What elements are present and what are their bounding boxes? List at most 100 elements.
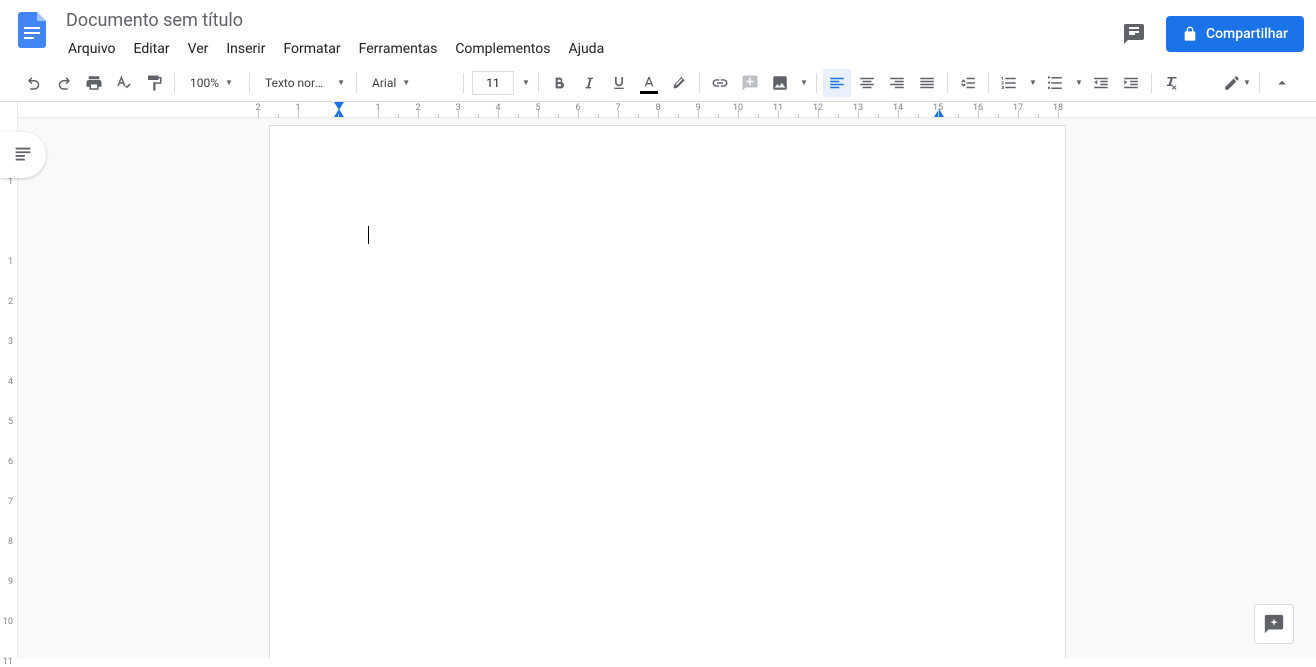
separator (699, 73, 700, 93)
insert-link-button[interactable] (706, 69, 734, 97)
decrease-indent-icon (1092, 74, 1110, 92)
undo-icon (25, 74, 43, 92)
share-button[interactable]: Compartilhar (1166, 16, 1304, 52)
paragraph-style-dropdown[interactable]: Texto norm...▼ (256, 70, 350, 96)
separator (356, 73, 357, 93)
docs-logo[interactable] (12, 10, 52, 50)
document-page[interactable] (270, 126, 1065, 658)
ruler-label: 9 (8, 577, 13, 587)
font-size-input[interactable]: 11 (472, 71, 514, 95)
font-family-dropdown[interactable]: Arial▼ (363, 70, 457, 96)
chevron-up-icon (1273, 74, 1291, 92)
insert-image-dropdown[interactable]: ▼ (796, 69, 810, 97)
line-spacing-icon (959, 74, 977, 92)
increase-indent-button[interactable] (1117, 69, 1145, 97)
print-button[interactable] (80, 69, 108, 97)
menu-formatar[interactable]: Formatar (275, 37, 348, 61)
paint-format-button[interactable] (140, 69, 168, 97)
align-left-icon (828, 74, 846, 92)
document-outline-toggle[interactable] (0, 132, 46, 178)
bulleted-list-button[interactable] (1041, 69, 1069, 97)
separator (249, 73, 250, 93)
numbered-list-button[interactable] (995, 69, 1023, 97)
insert-image-button[interactable] (766, 69, 794, 97)
menu-arquivo[interactable]: Arquivo (60, 37, 124, 61)
align-justify-button[interactable] (913, 69, 941, 97)
chevron-down-icon: ▼ (337, 78, 345, 87)
text-cursor (368, 226, 370, 244)
numbered-list-dropdown[interactable]: ▼ (1025, 69, 1039, 97)
chevron-down-icon: ▼ (1243, 78, 1251, 87)
toolbar: 100%▼ Texto norm...▼ Arial▼ 11 ▼ ▼ ▼ ▼ ▼ (0, 64, 1316, 102)
share-button-label: Compartilhar (1206, 26, 1288, 42)
open-comments-button[interactable] (1114, 14, 1154, 54)
insert-comment-button[interactable] (736, 69, 764, 97)
document-canvas[interactable] (18, 102, 1316, 658)
document-title[interactable]: Documento sem título (60, 8, 249, 33)
italic-icon (581, 75, 597, 91)
ruler-label: 11 (3, 657, 13, 667)
align-left-button[interactable] (823, 69, 851, 97)
chevron-down-icon: ▼ (800, 78, 808, 87)
numbered-list-icon (1000, 74, 1018, 92)
menu-ajuda[interactable]: Ajuda (560, 37, 612, 61)
underline-button[interactable] (605, 69, 633, 97)
ruler-label: 6 (8, 457, 13, 467)
chevron-down-icon: ▼ (225, 78, 233, 87)
font-value: Arial (372, 76, 396, 90)
bulleted-list-dropdown[interactable]: ▼ (1071, 69, 1085, 97)
ruler-label: 3 (8, 337, 13, 347)
bulleted-list-icon (1046, 74, 1064, 92)
highlight-color-button[interactable] (665, 69, 693, 97)
spellcheck-icon (115, 74, 133, 92)
underline-icon (611, 75, 627, 91)
image-icon (771, 74, 789, 92)
comment-icon (1122, 22, 1146, 46)
separator (463, 73, 464, 93)
bold-icon (551, 75, 567, 91)
explore-button[interactable] (1254, 604, 1294, 644)
editing-mode-button[interactable]: ▼ (1223, 69, 1251, 97)
italic-button[interactable] (575, 69, 603, 97)
menu-ver[interactable]: Ver (180, 37, 217, 61)
separator (538, 73, 539, 93)
outline-icon (12, 144, 34, 166)
menu-ferramentas[interactable]: Ferramentas (351, 37, 446, 61)
chevron-down-icon: ▼ (1029, 78, 1037, 87)
ruler-label: 1 (8, 177, 13, 187)
explore-icon (1263, 613, 1285, 635)
decrease-indent-button[interactable] (1087, 69, 1115, 97)
separator (816, 73, 817, 93)
menu-editar[interactable]: Editar (126, 37, 178, 61)
spellcheck-button[interactable] (110, 69, 138, 97)
ruler-label: 10 (3, 617, 13, 627)
menu-complementos[interactable]: Complementos (447, 37, 558, 61)
line-spacing-button[interactable] (954, 69, 982, 97)
bold-button[interactable] (545, 69, 573, 97)
paint-roller-icon (145, 74, 163, 92)
ruler-label: 5 (8, 417, 13, 427)
redo-button[interactable] (50, 69, 78, 97)
redo-icon (55, 74, 73, 92)
clear-format-icon (1163, 74, 1181, 92)
highlighter-icon (671, 75, 687, 91)
font-size-value: 11 (486, 76, 500, 90)
vertical-ruler[interactable]: 211234567891011 (0, 102, 18, 658)
menu-inserir[interactable]: Inserir (218, 37, 273, 61)
undo-button[interactable] (20, 69, 48, 97)
text-color-button[interactable] (635, 69, 663, 97)
separator (1151, 73, 1152, 93)
collapse-toolbar-button[interactable] (1268, 69, 1296, 97)
align-center-button[interactable] (853, 69, 881, 97)
text-color-icon (641, 75, 657, 91)
ruler-label: 2 (8, 297, 13, 307)
separator (1259, 73, 1260, 93)
lock-icon (1182, 26, 1198, 42)
align-right-button[interactable] (883, 69, 911, 97)
align-right-icon (888, 74, 906, 92)
increase-indent-icon (1122, 74, 1140, 92)
ruler-label: 1 (8, 257, 13, 267)
clear-formatting-button[interactable] (1158, 69, 1186, 97)
font-size-dropdown[interactable]: ▼ (518, 69, 532, 97)
zoom-dropdown[interactable]: 100%▼ (181, 70, 243, 96)
